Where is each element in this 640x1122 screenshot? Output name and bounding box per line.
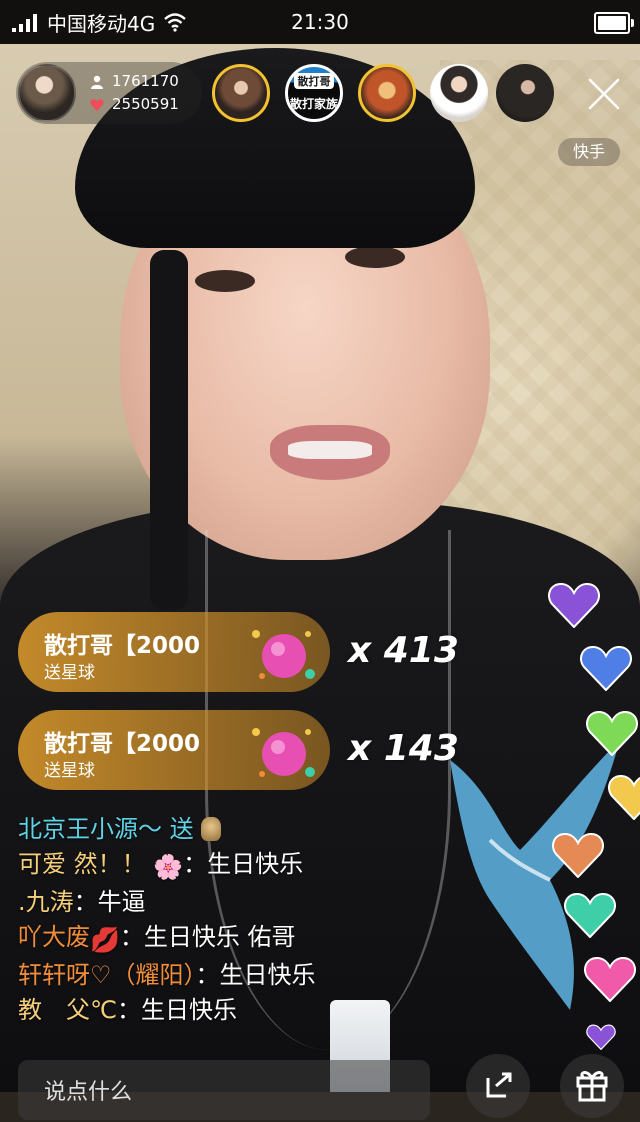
chat-text: 生日快乐 (207, 850, 304, 878)
gift-sender: 散打哥【2000 (44, 731, 201, 757)
gift-icon (576, 1071, 608, 1102)
viewer-badge-text: 散打哥 (294, 73, 334, 89)
right-eye (345, 246, 405, 268)
host-stats: 1761170 2550591 (90, 70, 179, 116)
floating-heart-icon (548, 582, 600, 628)
carrier-label: 中国移动4G (47, 11, 156, 36)
share-icon (486, 1072, 512, 1098)
chat-username[interactable]: 吖大废 (18, 923, 90, 951)
chat-message: 轩轩呀♡（耀阳）：生日快乐 (18, 958, 438, 993)
floating-heart-icon (586, 710, 638, 756)
heart-icon (90, 98, 104, 111)
status-bar: 中国移动4G 21:30 (0, 0, 640, 44)
gift-count: x 143 (348, 728, 459, 769)
chat-username[interactable]: 可爱 然！！ (18, 850, 146, 878)
chat-separator: ： (119, 923, 144, 951)
viewer-avatar[interactable] (430, 64, 488, 122)
chat-message: 北京王小源～ 送 (18, 812, 438, 847)
planet-gift-icon (252, 630, 315, 679)
gift-count: x 413 (348, 630, 459, 671)
gift-name: 送星球 (44, 663, 95, 683)
gift-button[interactable] (560, 1054, 624, 1118)
lips-icon: 💋 (90, 926, 120, 954)
chat-message: .九涛：牛逼 (18, 885, 438, 920)
chat-text: 牛逼 (97, 888, 146, 916)
chat-text: 生日快乐 (140, 996, 237, 1024)
chat-text: 生日快乐 (219, 961, 316, 989)
host-avatar[interactable] (18, 64, 76, 122)
floating-heart-icon (586, 1024, 616, 1050)
comment-input[interactable]: 说点什么 (18, 1060, 430, 1120)
gift-mini-icon (201, 817, 222, 841)
floating-heart-icon (584, 956, 636, 1002)
gift-sender: 散打哥【2000 (44, 633, 201, 659)
comment-placeholder: 说点什么 (44, 1080, 133, 1105)
signal-icon (12, 12, 37, 32)
mouth (270, 425, 390, 480)
wifi-icon (164, 13, 187, 32)
chat-separator: ： (116, 996, 141, 1024)
followers-row: 1761170 (90, 70, 179, 93)
chat-username[interactable]: .九涛 (18, 888, 74, 916)
brand-badge: 快手 (558, 138, 620, 166)
chat-text: 生日快乐 佑哥 (143, 923, 296, 951)
person-icon (91, 75, 103, 89)
cap-strap (150, 250, 188, 610)
chat-separator: ： (195, 961, 220, 989)
chat-username[interactable]: 教 父℃ (18, 996, 117, 1024)
chat-separator: ： (183, 850, 208, 878)
likes-row: 2550591 (90, 93, 179, 116)
chat-text: 送 (169, 815, 194, 843)
floating-heart-icon (564, 892, 616, 938)
viewer-avatar[interactable] (496, 64, 554, 122)
gift-banner: 散打哥【2000 送星球 (18, 612, 330, 692)
planet-gift-icon (252, 728, 315, 777)
share-button[interactable] (466, 1054, 530, 1118)
flower-icon: 🌸 (153, 853, 184, 881)
likes-count: 2550591 (112, 95, 179, 113)
floating-heart-icon (580, 645, 632, 691)
gift-name: 送星球 (44, 761, 95, 781)
viewer-avatar[interactable] (212, 64, 270, 122)
viewer-avatar[interactable]: 散打哥 散打家族 (285, 64, 343, 122)
gift-banner: 散打哥【2000 送星球 (18, 710, 330, 790)
chat-username[interactable]: 北京王小源～ (18, 815, 162, 843)
followers-count: 1761170 (112, 72, 179, 90)
host-card[interactable]: 1761170 2550591 (16, 62, 202, 124)
viewer-avatar[interactable] (358, 64, 416, 122)
chat-username[interactable]: 轩轩呀♡（耀阳） (18, 961, 196, 989)
floating-heart-icon (608, 774, 640, 820)
chat-separator: ： (73, 888, 98, 916)
close-icon[interactable] (586, 76, 622, 112)
chat-message: 可爱 然！！ 🌸：生日快乐 (18, 847, 438, 885)
chat-feed: 北京王小源～ 送 可爱 然！！ 🌸：生日快乐 .九涛：牛逼 吖大废💋：生日快乐 … (18, 812, 438, 1028)
chat-message: 吖大废💋：生日快乐 佑哥 (18, 920, 438, 958)
battery-icon (594, 12, 634, 34)
viewer-badge-text: 散打家族 (289, 97, 338, 111)
floating-heart-icon (552, 832, 604, 878)
chat-message: 教 父℃：生日快乐 (18, 993, 438, 1028)
left-eye (195, 270, 255, 292)
